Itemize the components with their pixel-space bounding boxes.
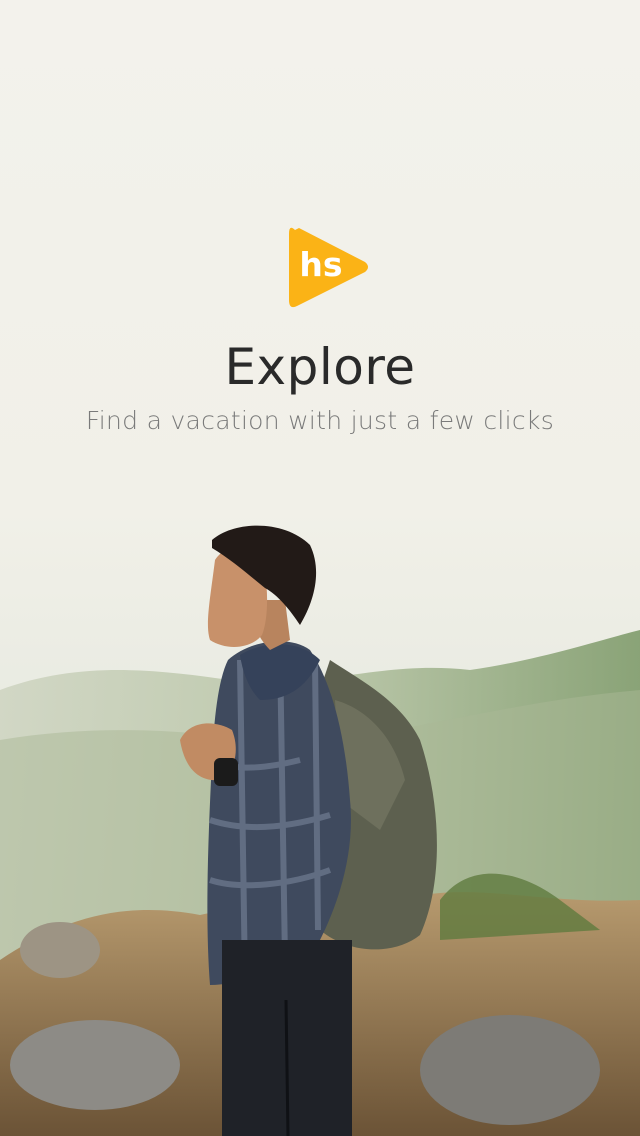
background-photo xyxy=(0,0,640,1136)
logo-icon: hs xyxy=(289,227,368,308)
logo-text: hs xyxy=(299,245,342,284)
page-title: Explore xyxy=(224,338,416,396)
page-subtitle: Find a vacation with just a few clicks xyxy=(85,406,555,435)
app-logo: hs xyxy=(285,222,371,312)
